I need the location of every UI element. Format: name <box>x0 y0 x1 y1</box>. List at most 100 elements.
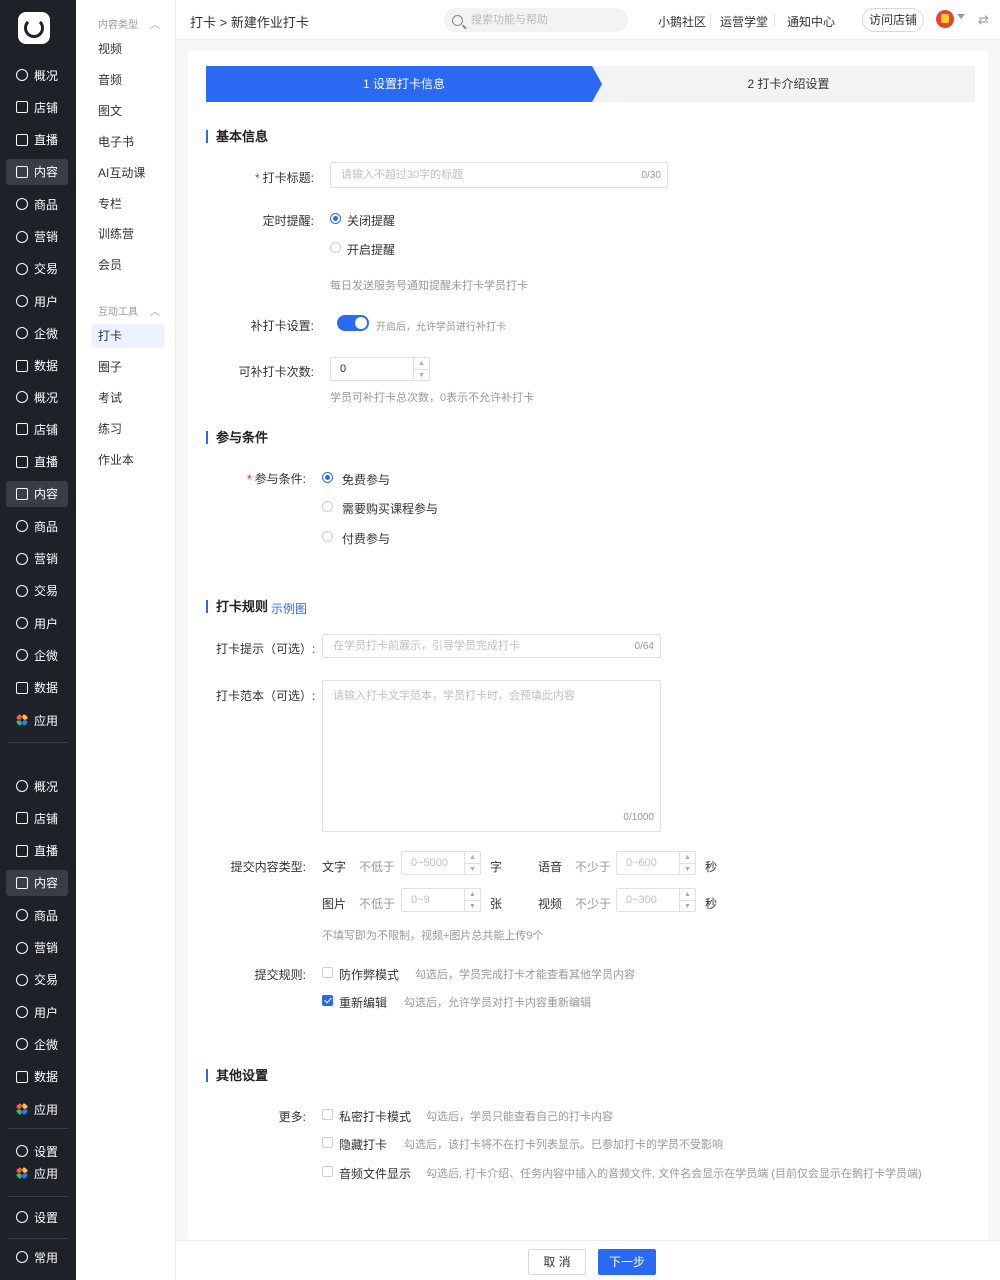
nav-item[interactable]: 概况 <box>6 62 68 88</box>
video-min-stepper[interactable]: ▲▼ <box>616 888 696 912</box>
sub-group-interactive-tools[interactable]: 互动工具 ︿ <box>98 303 160 318</box>
stepper-arrows[interactable]: ▲ ▼ <box>679 852 695 874</box>
nav-item[interactable]: 应用 <box>6 707 68 733</box>
text-min-stepper[interactable]: ▲▼ <box>401 851 481 875</box>
join-course-radio[interactable] <box>322 501 333 512</box>
sub-group-content-type[interactable]: 内容类型 ︿ <box>98 16 160 31</box>
join-paid-radio[interactable] <box>322 531 333 542</box>
image-min-input[interactable] <box>402 889 464 911</box>
chevron-down-icon[interactable]: ▼ <box>465 863 480 874</box>
chevron-up-icon[interactable]: ▲ <box>465 889 480 900</box>
chevron-down-icon[interactable]: ▼ <box>414 369 429 380</box>
nav-item-bottom[interactable]: 应用 <box>6 1160 68 1186</box>
nav-item[interactable]: 店铺 <box>6 805 68 831</box>
audio-checkbox[interactable] <box>322 1166 333 1177</box>
sub-nav-item[interactable]: 打卡 <box>92 324 164 348</box>
nav-item[interactable]: 店铺 <box>6 94 68 120</box>
link-academy[interactable]: 运营学堂 <box>720 13 768 30</box>
next-step-button[interactable]: 下一步 <box>598 1249 656 1275</box>
link-notifications[interactable]: 通知中心 <box>787 13 835 30</box>
search-box[interactable] <box>444 8 628 32</box>
sub-nav-item[interactable]: 电子书 <box>92 130 164 154</box>
visit-store-button[interactable]: 访问店铺 <box>862 8 924 32</box>
sub-nav-item[interactable]: 训练营 <box>92 222 164 246</box>
nav-item[interactable]: 营销 <box>6 546 68 572</box>
nav-item[interactable]: 企微 <box>6 1031 68 1057</box>
nav-item[interactable]: 数据 <box>6 675 68 701</box>
nav-item[interactable]: 直播 <box>6 838 68 864</box>
link-community[interactable]: 小鹅社区 <box>658 13 706 30</box>
nav-item[interactable]: 内容 <box>6 869 68 896</box>
sample-field[interactable]: 0/1000 <box>322 680 661 832</box>
chevron-up-icon[interactable]: ▲ <box>680 889 695 900</box>
nav-item-bottom[interactable]: 设置 <box>6 1204 68 1230</box>
sub-nav-item[interactable]: 专栏 <box>92 192 164 216</box>
voice-min-stepper[interactable]: ▲▼ <box>616 851 696 875</box>
example-link[interactable]: 示例图 <box>271 600 307 617</box>
join-free-radio[interactable] <box>322 472 333 483</box>
nav-item[interactable]: 交易 <box>6 967 68 993</box>
app-logo[interactable] <box>18 12 50 44</box>
nav-item[interactable]: 营销 <box>6 224 68 250</box>
stepper-arrows[interactable]: ▲ ▼ <box>464 852 480 874</box>
nav-item[interactable]: 企微 <box>6 642 68 668</box>
step-1[interactable]: 1 设置打卡信息 <box>206 66 602 102</box>
stepper-arrows[interactable]: ▲ ▼ <box>679 889 695 911</box>
nav-item[interactable]: 交易 <box>6 578 68 604</box>
sub-nav-item[interactable]: 考试 <box>92 386 164 410</box>
step-2[interactable]: 2 打卡介绍设置 <box>602 66 975 102</box>
nav-item[interactable]: 概况 <box>6 384 68 410</box>
tip-field[interactable]: 0/64 <box>322 634 661 658</box>
nav-item[interactable]: 交易 <box>6 256 68 282</box>
chevron-down-icon[interactable]: ▼ <box>465 900 480 911</box>
nav-item[interactable]: 数据 <box>6 1064 68 1090</box>
tip-input[interactable] <box>323 635 660 657</box>
nav-item[interactable]: 数据 <box>6 353 68 379</box>
title-input[interactable] <box>331 163 667 187</box>
sub-nav-item[interactable]: 图文 <box>92 99 164 123</box>
times-input[interactable] <box>331 358 413 380</box>
nav-item[interactable]: 内容 <box>6 158 68 185</box>
nav-item[interactable]: 店铺 <box>6 416 68 442</box>
nav-item[interactable]: 商品 <box>6 902 68 928</box>
nav-item[interactable]: 内容 <box>6 480 68 507</box>
sub-nav-item[interactable]: 视频 <box>92 37 164 61</box>
text-min-input[interactable] <box>402 852 464 874</box>
sample-textarea[interactable] <box>323 681 660 831</box>
sub-nav-item[interactable]: 音频 <box>92 68 164 92</box>
sub-nav-item[interactable]: 作业本 <box>92 448 164 472</box>
avatar[interactable] <box>936 10 954 28</box>
nav-item[interactable]: 企微 <box>6 320 68 346</box>
private-checkbox[interactable] <box>322 1109 333 1120</box>
chevron-up-icon[interactable]: ▲ <box>680 852 695 863</box>
nav-item[interactable]: 直播 <box>6 127 68 153</box>
nav-item[interactable]: 用户 <box>6 288 68 314</box>
stepper-arrows[interactable]: ▲ ▼ <box>464 889 480 911</box>
reedit-checkbox[interactable] <box>322 995 333 1006</box>
video-min-input[interactable] <box>617 889 679 911</box>
nav-item[interactable]: 用户 <box>6 999 68 1025</box>
swap-icon[interactable]: ⇄ <box>978 12 989 28</box>
nav-item-bottom[interactable]: 常用 <box>6 1244 68 1270</box>
chevron-up-icon[interactable]: ▲ <box>465 852 480 863</box>
nav-item[interactable]: 直播 <box>6 449 68 475</box>
remind-on-radio[interactable] <box>330 242 341 253</box>
sub-nav-item[interactable]: AI互动课 <box>92 161 164 185</box>
remind-off-radio[interactable] <box>330 213 341 224</box>
sub-nav-item[interactable]: 练习 <box>92 417 164 441</box>
nav-item[interactable]: 商品 <box>6 191 68 217</box>
nav-item[interactable]: 商品 <box>6 513 68 539</box>
times-stepper[interactable]: ▲▼ <box>330 357 430 381</box>
title-field[interactable]: 0/30 <box>330 162 668 188</box>
chevron-up-icon[interactable]: ▲ <box>414 358 429 369</box>
anti-cheat-checkbox[interactable] <box>322 967 333 978</box>
chevron-down-icon[interactable]: ▼ <box>680 900 695 911</box>
sub-nav-item[interactable]: 会员 <box>92 253 164 277</box>
nav-item[interactable]: 用户 <box>6 610 68 636</box>
nav-item[interactable]: 概况 <box>6 773 68 799</box>
search-input[interactable] <box>471 14 611 26</box>
hide-checkbox[interactable] <box>322 1137 333 1148</box>
caret-down-icon[interactable] <box>957 14 965 19</box>
cancel-button[interactable]: 取 消 <box>528 1249 586 1275</box>
stepper-arrows[interactable]: ▲ ▼ <box>413 358 429 380</box>
